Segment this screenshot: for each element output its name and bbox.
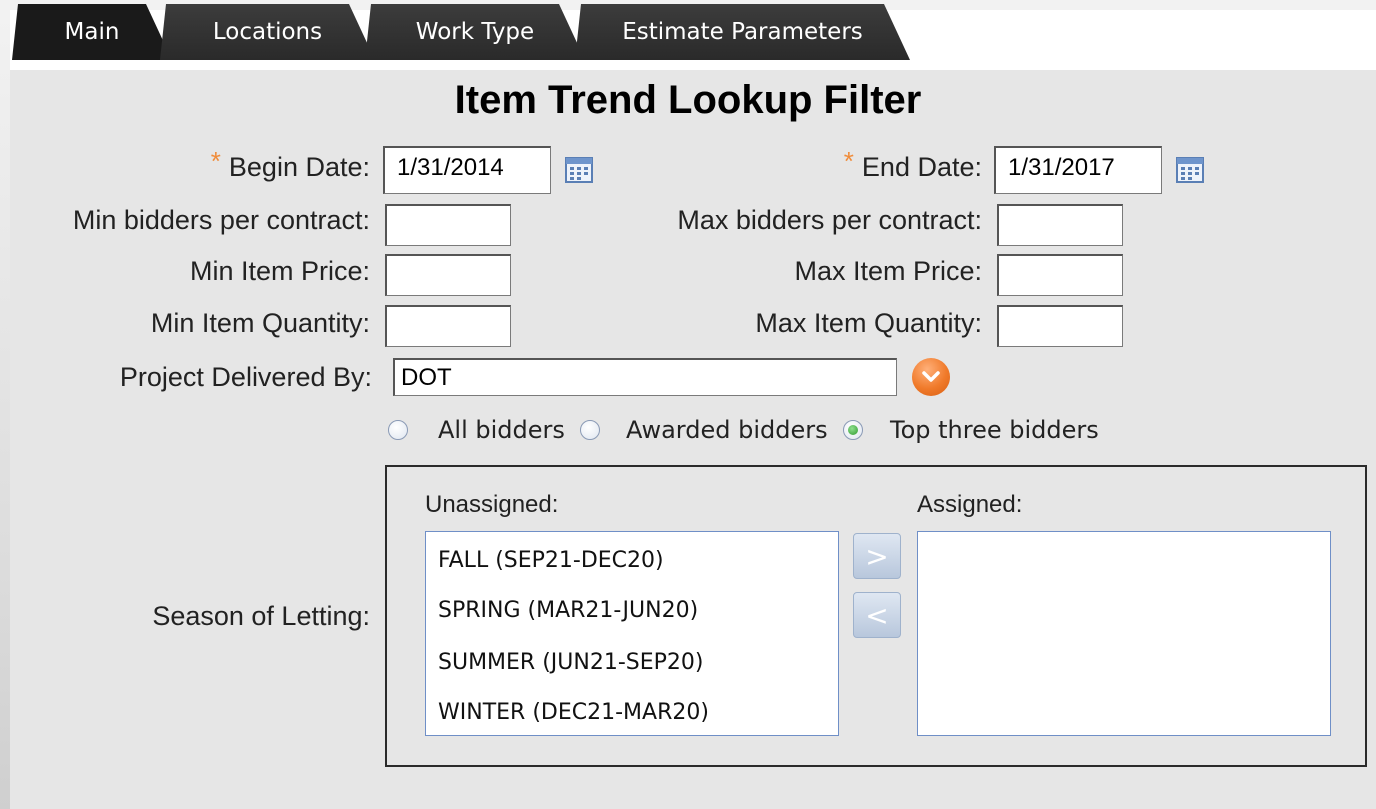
delivered-by-input[interactable]: DOT xyxy=(393,358,897,396)
move-right-button[interactable]: > xyxy=(853,533,901,579)
season-label: Season of Letting: xyxy=(152,601,370,631)
min-price-label: Min Item Price: xyxy=(189,256,370,286)
tab-estimate-parameters[interactable]: Estimate Parameters xyxy=(575,4,910,60)
min-bidders-input[interactable] xyxy=(385,204,511,246)
calendar-icon[interactable] xyxy=(1176,157,1204,183)
max-bidders-input[interactable] xyxy=(997,204,1123,246)
move-left-button[interactable]: < xyxy=(853,592,901,638)
assigned-listbox[interactable] xyxy=(917,531,1331,736)
chevron-down-icon xyxy=(922,371,940,382)
unassigned-label: Unassigned: xyxy=(425,491,559,518)
radio-top-three-bidders-label: Top three bidders xyxy=(890,416,1099,444)
begin-date-label-text: Begin Date: xyxy=(228,152,370,182)
end-date-label-text: End Date: xyxy=(861,152,982,182)
radio-top-three-bidders[interactable] xyxy=(843,420,863,440)
min-qty-input[interactable] xyxy=(385,305,511,347)
assigned-label: Assigned: xyxy=(917,491,1023,518)
max-price-label: Max Item Price: xyxy=(794,256,982,286)
list-item[interactable]: SPRING (MAR21-JUN20) xyxy=(438,598,698,623)
radio-all-bidders[interactable] xyxy=(388,420,408,440)
max-bidders-label: Max bidders per contract: xyxy=(677,205,982,235)
min-qty-label: Min Item Quantity: xyxy=(150,308,370,338)
radio-awarded-bidders[interactable] xyxy=(580,420,600,440)
end-date-label: * End Date: xyxy=(760,146,982,183)
max-qty-label: Max Item Quantity: xyxy=(755,308,982,338)
tab-work-type[interactable]: Work Type xyxy=(365,4,585,60)
begin-date-input[interactable]: 1/31/2014 xyxy=(383,146,551,194)
max-qty-input[interactable] xyxy=(997,305,1123,347)
radio-all-bidders-label: All bidders xyxy=(438,416,565,444)
required-marker-end: * xyxy=(843,146,854,176)
list-item[interactable]: FALL (SEP21-DEC20) xyxy=(438,548,664,573)
begin-date-label: * Begin Date: xyxy=(150,146,370,183)
min-bidders-label: Min bidders per contract: xyxy=(72,205,370,235)
tab-locations[interactable]: Locations xyxy=(160,4,375,60)
delivered-by-label: Project Delivered By: xyxy=(119,362,372,392)
radio-awarded-bidders-label: Awarded bidders xyxy=(626,416,828,444)
min-price-input[interactable] xyxy=(385,254,511,296)
list-item[interactable]: WINTER (DEC21-MAR20) xyxy=(438,700,709,725)
calendar-icon[interactable] xyxy=(565,157,593,183)
dropdown-button[interactable] xyxy=(912,358,950,396)
tab-main[interactable]: Main xyxy=(12,4,172,60)
page-left-strip xyxy=(0,10,10,809)
max-price-input[interactable] xyxy=(997,254,1123,296)
unassigned-listbox[interactable]: FALL (SEP21-DEC20) SPRING (MAR21-JUN20) … xyxy=(425,531,839,736)
required-marker: * xyxy=(210,146,221,176)
page-title: Item Trend Lookup Filter xyxy=(454,78,922,122)
end-date-input[interactable]: 1/31/2017 xyxy=(994,146,1162,194)
list-item[interactable]: SUMMER (JUN21-SEP20) xyxy=(438,650,703,675)
